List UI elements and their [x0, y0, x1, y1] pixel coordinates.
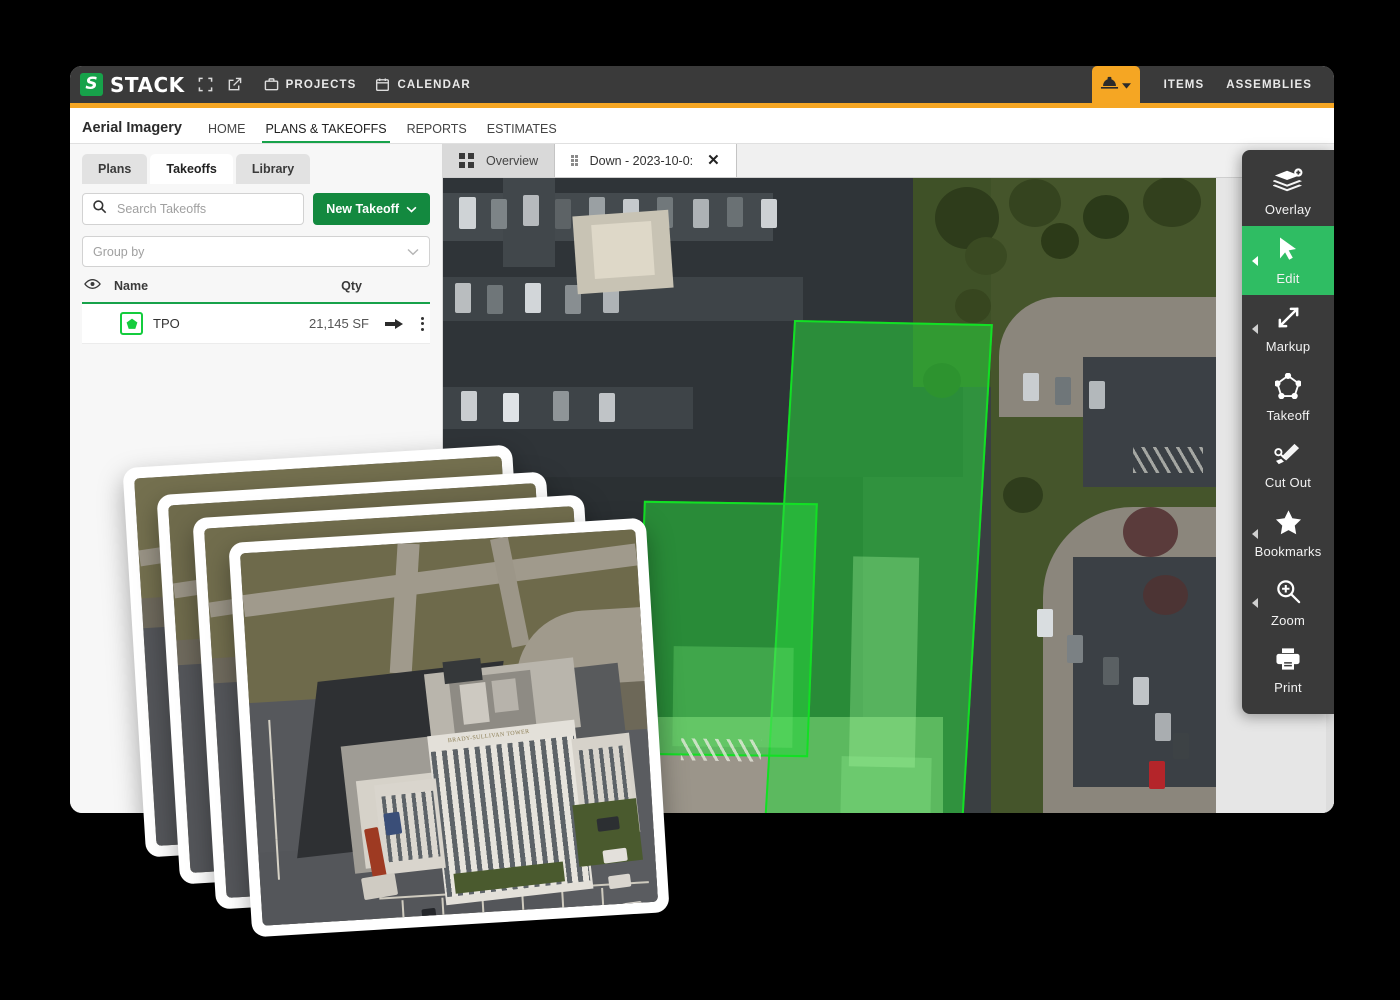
tool-cut-out-label: Cut Out — [1264, 475, 1312, 490]
subnav-item-plans-takeoffs[interactable]: PLANS & TAKEOFFS — [255, 122, 396, 143]
panel-tab-plans[interactable]: Plans — [82, 154, 148, 184]
nav-assemblies[interactable]: ASSEMBLIES — [1226, 79, 1312, 91]
magnifier-plus-icon — [1275, 578, 1301, 609]
tool-bookmarks[interactable]: Bookmarks — [1242, 499, 1334, 568]
external-link-icon[interactable] — [227, 77, 242, 92]
scissors-cut-icon — [1274, 442, 1302, 471]
top-bar: S STACK PROJECTS CALENDAR ITEMS ASSEMBLI… — [70, 66, 1334, 103]
star-icon — [1275, 509, 1302, 540]
stack-logo-mark: S — [80, 73, 103, 96]
photo-card-front[interactable]: BRADY-SULLIVAN TOWER — [228, 517, 670, 938]
takeoff-color-swatch[interactable] — [120, 312, 143, 335]
search-icon — [92, 199, 107, 219]
panel-tabs: Plans Takeoffs Library — [82, 154, 430, 184]
tool-zoom-label: Zoom — [1270, 613, 1306, 628]
subnav-item-estimates[interactable]: ESTIMATES — [477, 122, 567, 143]
column-header-name: Name — [114, 279, 149, 293]
map-tab-down[interactable]: Down - 2023-10-0: ✕ — [555, 144, 737, 177]
photo-stack[interactable]: BRADY-SULLIVAN TOWER — [122, 438, 688, 978]
page-title: Aerial Imagery — [82, 120, 182, 136]
brand-logo[interactable]: S STACK — [80, 73, 185, 97]
tool-takeoff-label: Takeoff — [1266, 408, 1310, 423]
table-row[interactable]: TPO 21,145 SF — [82, 304, 430, 344]
topbar-icon-group — [198, 77, 242, 92]
tool-markup[interactable]: Markup — [1242, 295, 1334, 363]
tool-zoom[interactable]: Zoom — [1242, 568, 1334, 637]
column-header-qty: Qty — [341, 279, 362, 293]
calendar-icon — [375, 77, 390, 92]
close-icon[interactable]: ✕ — [707, 153, 720, 168]
hard-hat-icon — [1100, 75, 1119, 95]
grid-icon — [459, 153, 474, 168]
takeoff-name: TPO — [153, 316, 180, 331]
chevron-left-icon[interactable] — [1252, 528, 1258, 539]
tool-takeoff[interactable]: Takeoff — [1242, 363, 1334, 432]
tool-edit-label: Edit — [1276, 271, 1300, 286]
topbar-right-links: ITEMS ASSEMBLIES — [1164, 79, 1312, 91]
new-takeoff-label: New Takeoff — [326, 202, 399, 216]
screenshot-stage: S STACK PROJECTS CALENDAR ITEMS ASSEMBLI… — [0, 0, 1400, 1000]
takeoff-qty: 21,145 SF — [309, 316, 369, 331]
briefcase-icon — [264, 77, 279, 92]
map-tab-down-label: Down - 2023-10-0: — [589, 153, 694, 168]
chevron-down-icon — [1122, 76, 1132, 94]
map-tab-overview[interactable]: Overview — [443, 144, 556, 177]
photo-thumbnail-front: BRADY-SULLIVAN TOWER — [239, 529, 659, 926]
new-takeoff-button[interactable]: New Takeoff — [313, 193, 430, 225]
panel-tab-library[interactable]: Library — [235, 154, 311, 184]
tool-print-label: Print — [1274, 680, 1302, 695]
tool-cut-out[interactable]: Cut Out — [1242, 432, 1334, 499]
search-input[interactable] — [115, 201, 295, 217]
subnav-item-reports[interactable]: REPORTS — [397, 122, 477, 143]
expand-icon[interactable] — [198, 77, 213, 92]
printer-icon — [1275, 647, 1301, 676]
panel-tab-takeoffs[interactable]: Takeoffs — [150, 154, 233, 184]
map-tools-toolbar: Overlay Edit Markup Takeoff Cut Out Book… — [1242, 150, 1334, 714]
hard-hat-menu-button[interactable] — [1091, 66, 1140, 103]
search-takeoffs-box[interactable] — [82, 193, 305, 225]
kebab-menu-icon[interactable] — [421, 316, 424, 331]
tool-markup-label: Markup — [1265, 339, 1311, 354]
arrow-right-icon[interactable] — [385, 317, 403, 331]
chevron-left-icon[interactable] — [1252, 255, 1258, 266]
topbar-links: PROJECTS CALENDAR — [264, 77, 471, 92]
sub-nav: Aerial Imagery HOME PLANS & TAKEOFFS REP… — [70, 108, 1334, 144]
chevron-down-icon — [406, 202, 417, 216]
takeoff-table-header: Name Qty — [82, 277, 430, 304]
brand-name: STACK — [110, 72, 185, 97]
tool-overlay[interactable]: Overlay — [1242, 158, 1334, 226]
tool-edit[interactable]: Edit — [1242, 226, 1334, 295]
topbar-right: ITEMS ASSEMBLIES — [1091, 66, 1334, 103]
nav-calendar-label: CALENDAR — [397, 78, 471, 91]
tool-print[interactable]: Print — [1242, 637, 1334, 704]
resize-arrows-icon — [1276, 305, 1301, 335]
map-tab-overview-label: Overview — [486, 153, 539, 168]
nav-calendar[interactable]: CALENDAR — [375, 77, 470, 92]
cursor-icon — [1276, 236, 1300, 267]
nav-projects-label: PROJECTS — [285, 78, 357, 91]
drag-handle-icon[interactable] — [571, 155, 578, 166]
nav-items[interactable]: ITEMS — [1164, 79, 1205, 91]
group-by-value: Group by — [93, 244, 145, 259]
nav-projects[interactable]: PROJECTS — [264, 77, 357, 92]
group-by-select[interactable]: Group by — [82, 236, 430, 267]
tool-overlay-label: Overlay — [1264, 202, 1312, 217]
pentagon-icon — [1274, 372, 1302, 404]
chevron-left-icon[interactable] — [1252, 597, 1258, 608]
chevron-down-icon — [407, 245, 419, 259]
chevron-left-icon[interactable] — [1252, 324, 1258, 334]
eye-icon[interactable] — [84, 277, 101, 295]
map-tab-strip: Overview Down - 2023-10-0: ✕ — [443, 144, 1334, 178]
subnav-item-home[interactable]: HOME — [198, 122, 256, 143]
layers-add-icon — [1272, 168, 1303, 198]
search-row: New Takeoff — [82, 193, 430, 225]
tool-bookmarks-label: Bookmarks — [1254, 544, 1322, 559]
